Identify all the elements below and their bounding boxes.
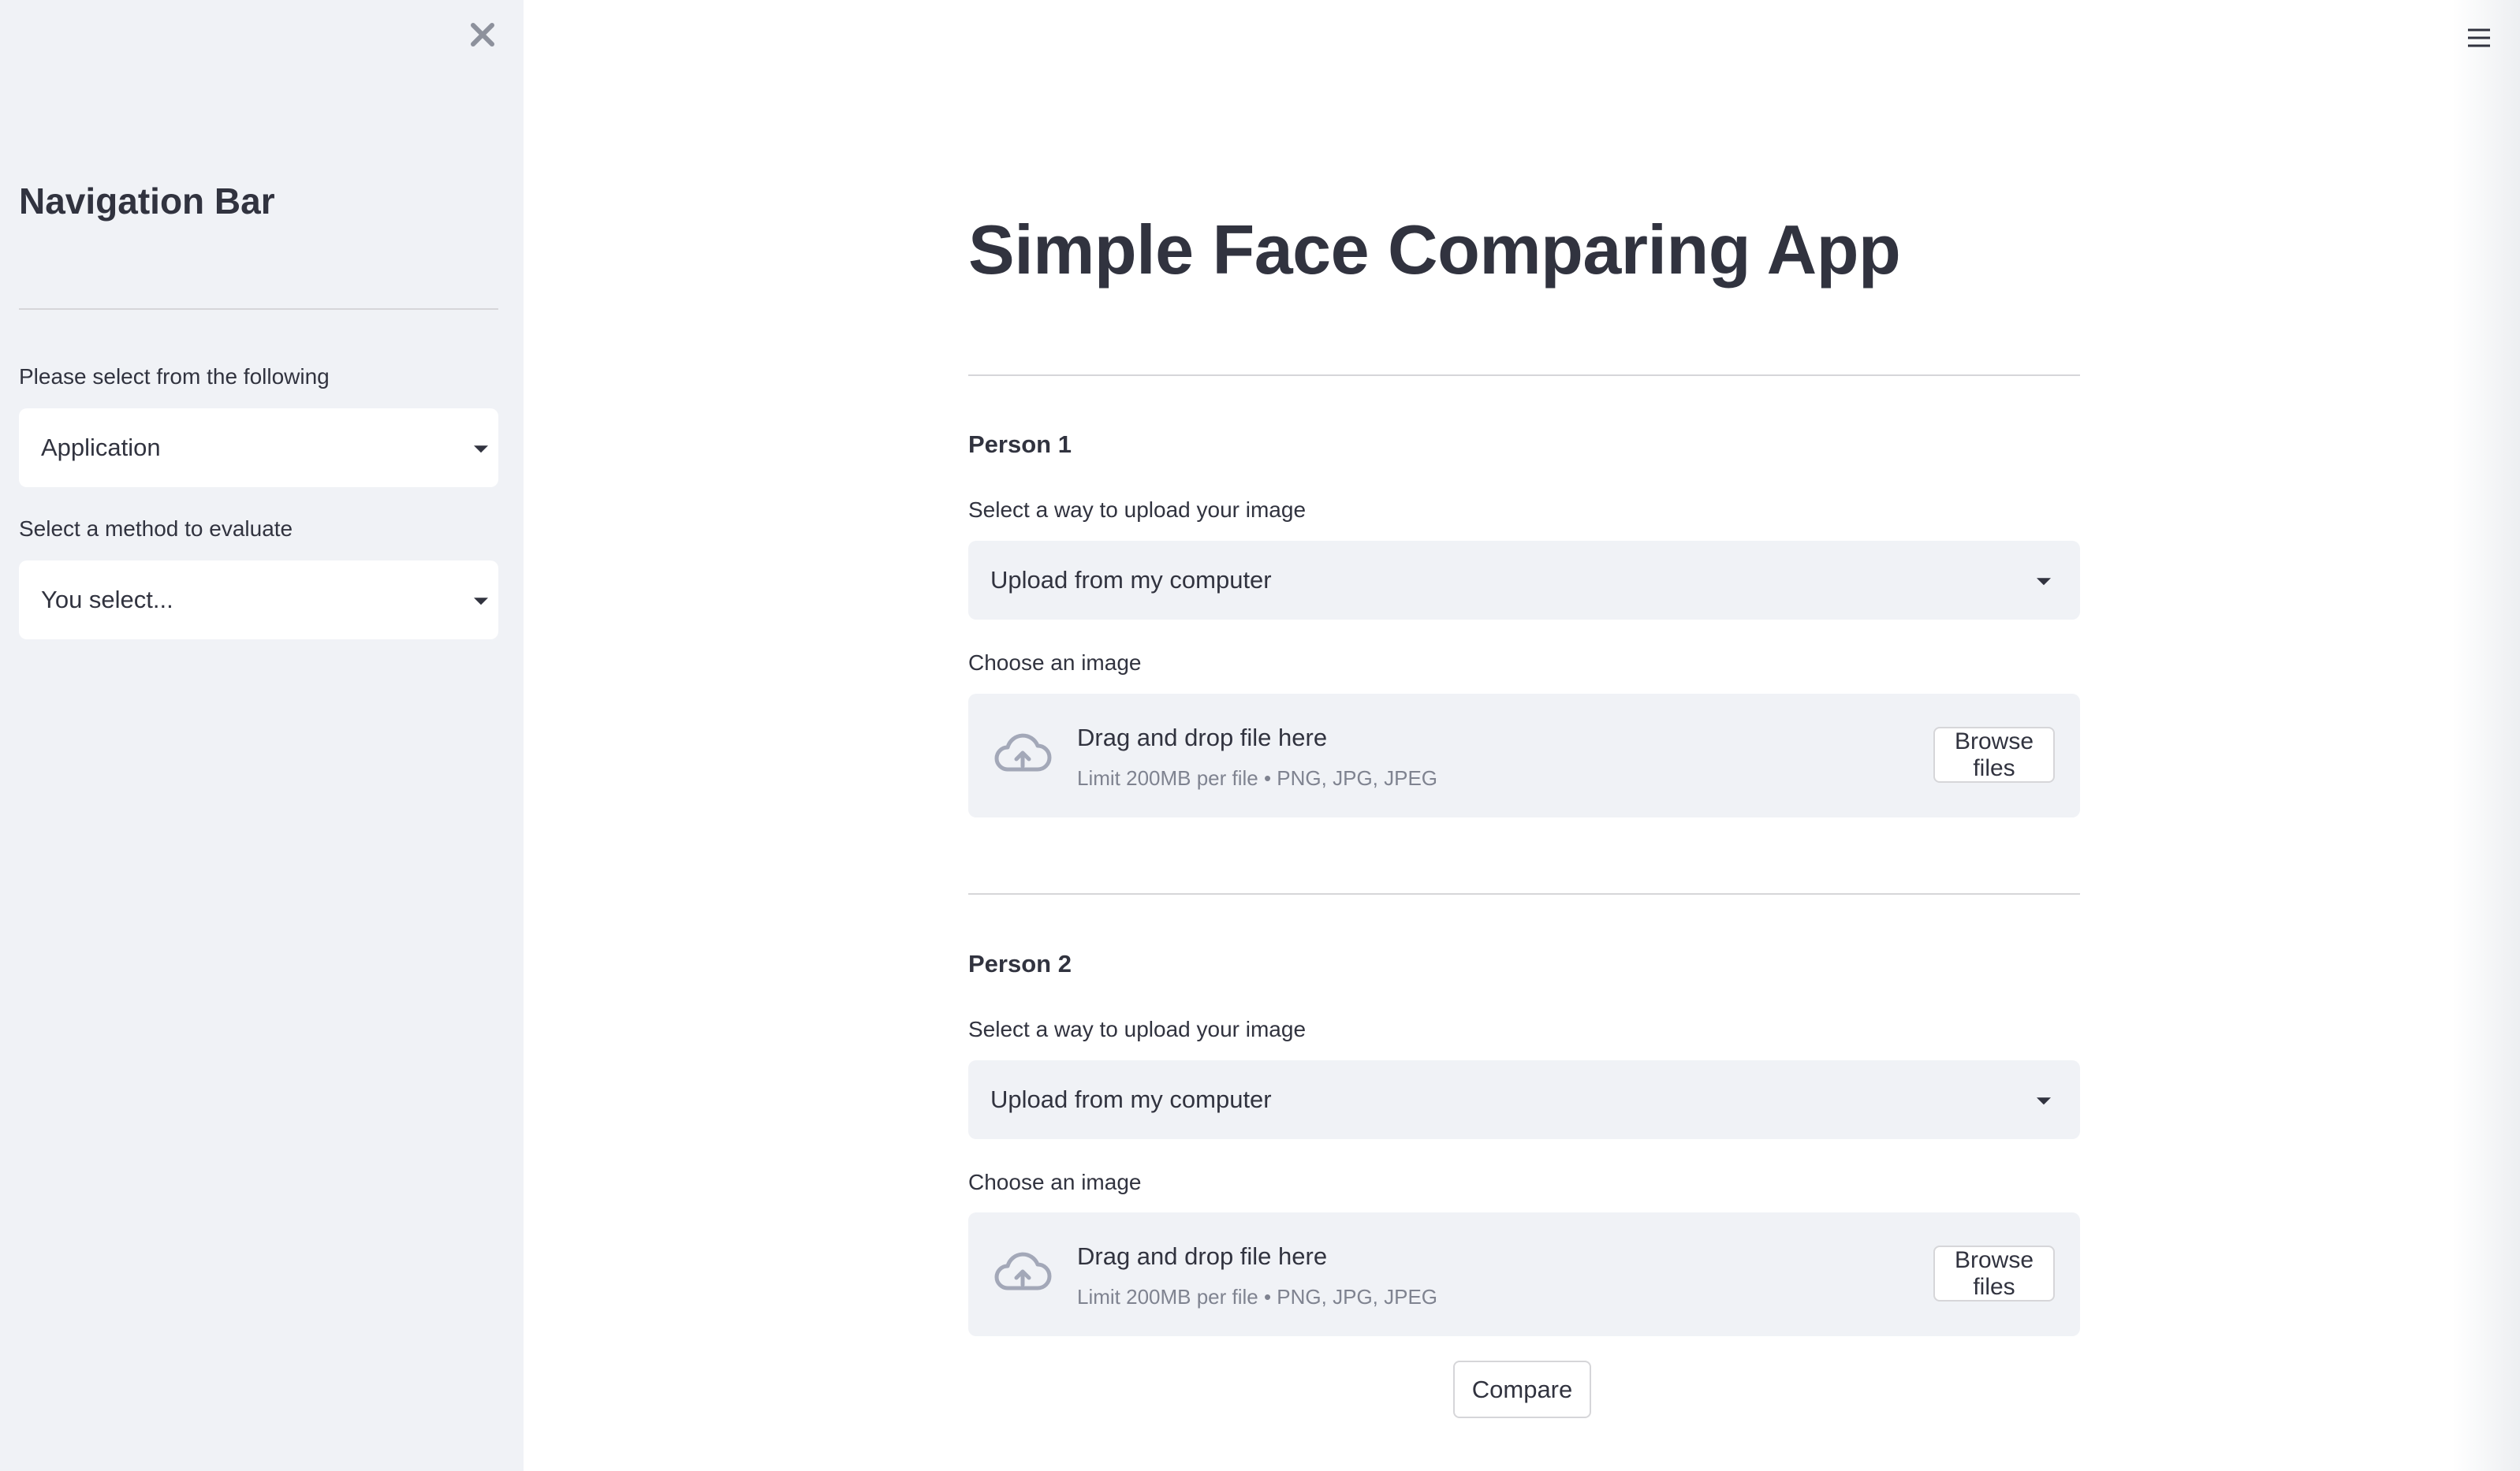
sidebar: Navigation Bar Please select from the fo… [0, 0, 524, 1471]
upload-method-value: Upload from my computer [990, 1086, 1272, 1113]
person-1-file-dropzone[interactable]: Drag and drop file here Limit 200MB per … [968, 694, 2080, 817]
method-select-value: You select... [41, 586, 173, 613]
select-label-method: Select a method to evaluate [19, 516, 293, 541]
dropzone-instructions: Drag and drop file here [1077, 724, 1328, 751]
close-sidebar-button[interactable] [465, 17, 500, 52]
upload-method-value: Upload from my computer [990, 566, 1272, 594]
page-title: Simple Face Comparing App [968, 210, 1901, 289]
choose-image-label: Choose an image [968, 1170, 1142, 1194]
dropzone-limit: Limit 200MB per file • PNG, JPG, JPEG [1077, 1285, 1438, 1309]
chevron-down-icon [2037, 578, 2051, 586]
upload-method-label: Select a way to upload your image [968, 497, 1307, 522]
chevron-down-icon [2037, 1097, 2051, 1105]
chevron-down-icon [474, 598, 488, 605]
choose-image-label: Choose an image [968, 650, 1142, 675]
chevron-down-icon [474, 445, 488, 453]
select-label-page: Please select from the following [19, 364, 330, 389]
hamburger-menu-icon [2468, 28, 2490, 47]
dropzone-limit: Limit 200MB per file • PNG, JPG, JPEG [1077, 766, 1438, 790]
cloud-upload-icon [994, 1252, 1052, 1290]
dropzone-instructions: Drag and drop file here [1077, 1242, 1328, 1270]
close-icon [471, 23, 494, 47]
person-2-upload-method-select[interactable]: Upload from my computer [968, 1060, 2080, 1139]
sidebar-title: Navigation Bar [19, 181, 275, 222]
divider [968, 374, 2080, 376]
scroll-edge [2452, 0, 2520, 1471]
person-1-heading: Person 1 [968, 430, 1072, 458]
person-2-file-dropzone[interactable]: Drag and drop file here Limit 200MB per … [968, 1212, 2080, 1336]
person-2-heading: Person 2 [968, 950, 1072, 978]
person-1-upload-method-select[interactable]: Upload from my computer [968, 541, 2080, 620]
sidebar-divider [19, 308, 498, 310]
browse-files-button[interactable]: Browse files [1933, 1246, 2055, 1302]
main-menu-button[interactable] [2466, 25, 2492, 50]
divider [968, 893, 2080, 895]
method-select[interactable]: You select... [19, 560, 498, 639]
page-select[interactable]: Application [19, 408, 498, 487]
upload-method-label: Select a way to upload your image [968, 1017, 1307, 1041]
browse-files-button[interactable]: Browse files [1933, 727, 2055, 783]
cloud-upload-icon [994, 733, 1052, 772]
page-select-value: Application [41, 434, 161, 461]
compare-button[interactable]: Compare [1453, 1361, 1591, 1418]
